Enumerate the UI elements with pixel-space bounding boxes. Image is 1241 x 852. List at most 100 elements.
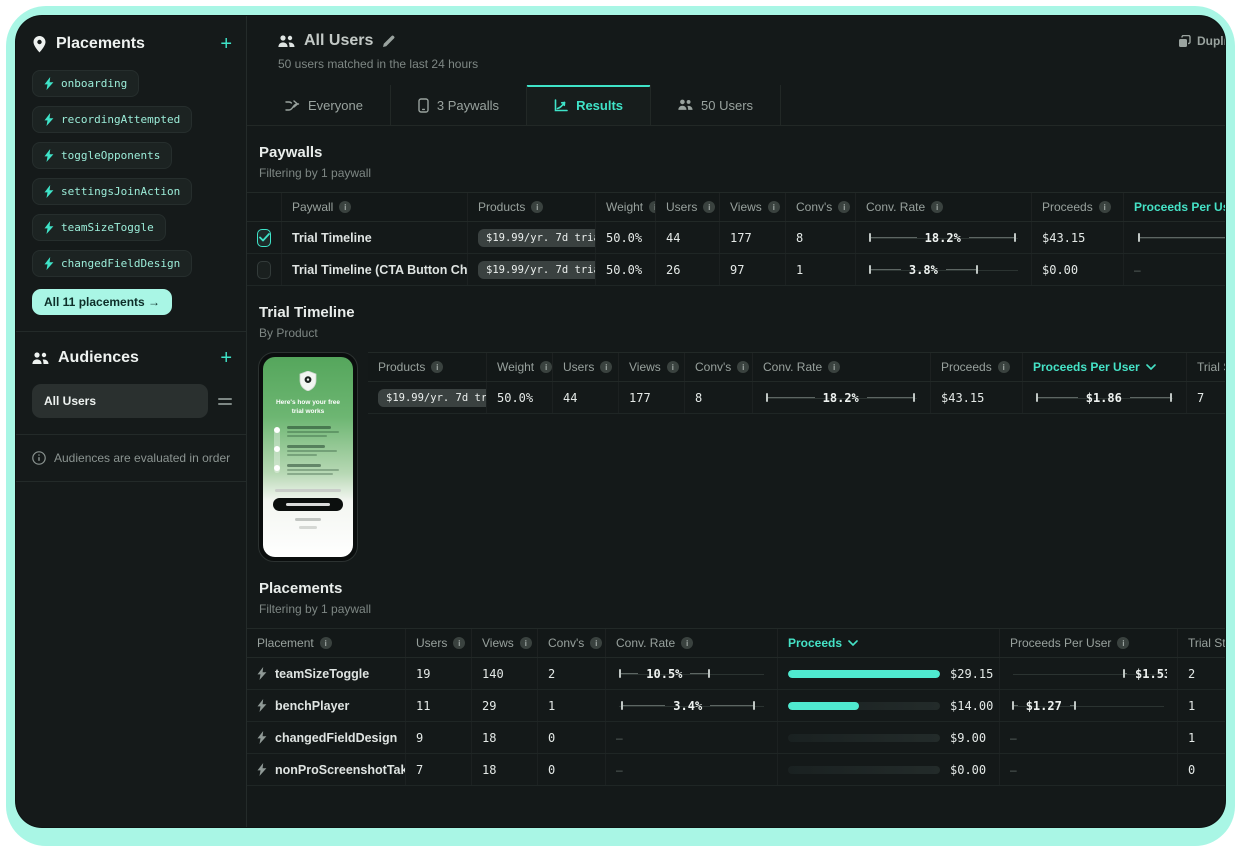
info-icon[interactable]: i — [681, 637, 693, 649]
edit-pencil-icon[interactable] — [382, 35, 395, 48]
audience-row: All Users — [32, 384, 232, 418]
info-icon[interactable]: i — [600, 361, 612, 373]
column-header[interactable]: Proceeds Per User — [1123, 193, 1225, 221]
bar-track — [788, 734, 940, 742]
paywalls-table: PaywalliProductsiWeightiUsersiViewsiConv… — [247, 192, 1225, 286]
column-header[interactable]: Usersi — [405, 629, 471, 657]
column-header[interactable]: Conv'si — [684, 353, 752, 381]
placement-pill-label: teamSizeToggle — [61, 221, 154, 234]
column-header[interactable]: Viewsi — [719, 193, 785, 221]
info-icon[interactable]: i — [320, 637, 332, 649]
column-header[interactable]: Usersi — [655, 193, 719, 221]
tab-label: Results — [576, 98, 623, 113]
column-header[interactable]: Productsi — [467, 193, 595, 221]
column-header[interactable]: Proceedsi — [930, 353, 1022, 381]
column-header[interactable]: Trial Starts — [1186, 353, 1225, 381]
paywall-preview[interactable]: Here's how your free trial works — [247, 352, 368, 562]
matched-users-subtitle: 50 users matched in the last 24 hours — [278, 57, 1225, 71]
info-icon[interactable]: i — [838, 201, 850, 213]
add-placement-button[interactable]: + — [220, 34, 232, 54]
info-icon[interactable]: i — [453, 637, 465, 649]
cell-value: 1 — [548, 699, 555, 713]
table-row[interactable]: changedFieldDesign9180–$9.00–1 — [247, 722, 1225, 754]
placement-pill[interactable]: toggleOpponents — [32, 142, 172, 169]
table-row[interactable]: benchPlayer112913.4%$14.00$1.271 — [247, 690, 1225, 722]
table-cell — [247, 222, 281, 253]
cell-value: 2 — [1188, 667, 1195, 681]
tab-50-users[interactable]: 50 Users — [650, 85, 781, 125]
trial-steps — [271, 426, 345, 475]
cell-value: 140 — [482, 667, 504, 681]
table-cell: 44 — [655, 222, 719, 253]
placement-pill[interactable]: onboarding — [32, 70, 139, 97]
cell-value: $0.00 — [1042, 263, 1078, 277]
tab-results[interactable]: Results — [526, 85, 650, 125]
cell-value: $43.15 — [941, 391, 984, 405]
info-icon[interactable]: i — [667, 361, 679, 373]
column-header-label: Proceeds — [788, 636, 842, 650]
column-header-label: Trial Starts — [1197, 360, 1225, 374]
table-cell: 19 — [405, 658, 471, 689]
column-header[interactable]: Proceeds Per User — [1022, 353, 1186, 381]
proceeds-bar: $29.15 — [788, 667, 989, 681]
info-icon[interactable]: i — [1117, 637, 1129, 649]
info-icon[interactable]: i — [540, 361, 552, 373]
column-header[interactable]: Conv'si — [537, 629, 605, 657]
column-header[interactable]: Weighti — [486, 353, 552, 381]
column-header[interactable]: Conv. Ratei — [605, 629, 777, 657]
info-icon[interactable]: i — [520, 637, 532, 649]
column-header[interactable] — [247, 193, 281, 221]
column-header[interactable]: Paywalli — [281, 193, 467, 221]
info-icon[interactable]: i — [828, 361, 840, 373]
product-badge: $19.99/yr. 7d trial — [378, 389, 486, 407]
column-header[interactable]: Conv. Ratei — [752, 353, 930, 381]
column-header[interactable]: Proceeds — [777, 629, 999, 657]
interval-value: 18.2% — [823, 391, 859, 405]
info-icon[interactable]: i — [998, 361, 1010, 373]
placement-pill[interactable]: recordingAttempted — [32, 106, 192, 133]
column-header[interactable]: Conv'si — [785, 193, 855, 221]
info-icon[interactable]: i — [431, 361, 443, 373]
info-icon[interactable]: i — [931, 201, 943, 213]
cell-value: 9 — [416, 731, 423, 745]
proceeds-bar: $9.00 — [788, 731, 989, 745]
tab-everyone[interactable]: Everyone — [258, 85, 390, 125]
column-header[interactable]: Proceedsi — [1031, 193, 1123, 221]
info-icon[interactable]: i — [703, 201, 715, 213]
column-header[interactable]: Conv. Ratei — [855, 193, 1031, 221]
column-header[interactable]: Proceeds Per Useri — [999, 629, 1177, 657]
audience-item-all-users[interactable]: All Users — [32, 384, 208, 418]
placements-table: PlacementiUsersiViewsiConv'siConv. Ratei… — [247, 628, 1225, 786]
placement-pill[interactable]: changedFieldDesign — [32, 250, 192, 277]
row-checkbox[interactable] — [257, 229, 271, 247]
interval-cap — [913, 393, 915, 402]
table-row[interactable]: $19.99/yr. 7d trial50.0%44177818.2%$43.1… — [368, 382, 1225, 414]
info-icon[interactable]: i — [590, 637, 602, 649]
table-row[interactable]: Trial Timeline$19.99/yr. 7d trial50.0%44… — [247, 222, 1225, 254]
column-header[interactable]: Usersi — [552, 353, 618, 381]
info-icon[interactable]: i — [1099, 201, 1111, 213]
placement-pill[interactable]: settingsJoinAction — [32, 178, 192, 205]
column-header[interactable]: Weighti — [595, 193, 655, 221]
info-icon[interactable]: i — [737, 361, 749, 373]
row-checkbox[interactable] — [257, 261, 271, 279]
info-icon[interactable]: i — [339, 201, 351, 213]
interval-line — [867, 397, 914, 398]
duplicate-button[interactable]: Duplicate — [1178, 34, 1225, 48]
column-header[interactable]: Trial Starts — [1177, 629, 1225, 657]
table-row[interactable]: nonProScreenshotTaken7180–$0.00–0 — [247, 754, 1225, 786]
column-header[interactable]: Viewsi — [618, 353, 684, 381]
table-row[interactable]: teamSizeToggle19140210.5%$29.15$1.532 — [247, 658, 1225, 690]
table-row[interactable]: Trial Timeline (CTA Button Change)$19.99… — [247, 254, 1225, 286]
column-header[interactable]: Viewsi — [471, 629, 537, 657]
all-placements-button[interactable]: All 11 placements → — [32, 289, 172, 315]
placement-pill[interactable]: teamSizeToggle — [32, 214, 166, 241]
add-audience-button[interactable]: + — [220, 348, 232, 368]
info-icon[interactable]: i — [768, 201, 780, 213]
tab-3-paywalls[interactable]: 3 Paywalls — [390, 85, 526, 125]
info-icon[interactable]: i — [531, 201, 543, 213]
column-header[interactable]: Productsi — [368, 353, 486, 381]
drag-handle-icon[interactable] — [218, 398, 232, 405]
table-cell: $43.15 — [1031, 222, 1123, 253]
column-header[interactable]: Placementi — [247, 629, 405, 657]
